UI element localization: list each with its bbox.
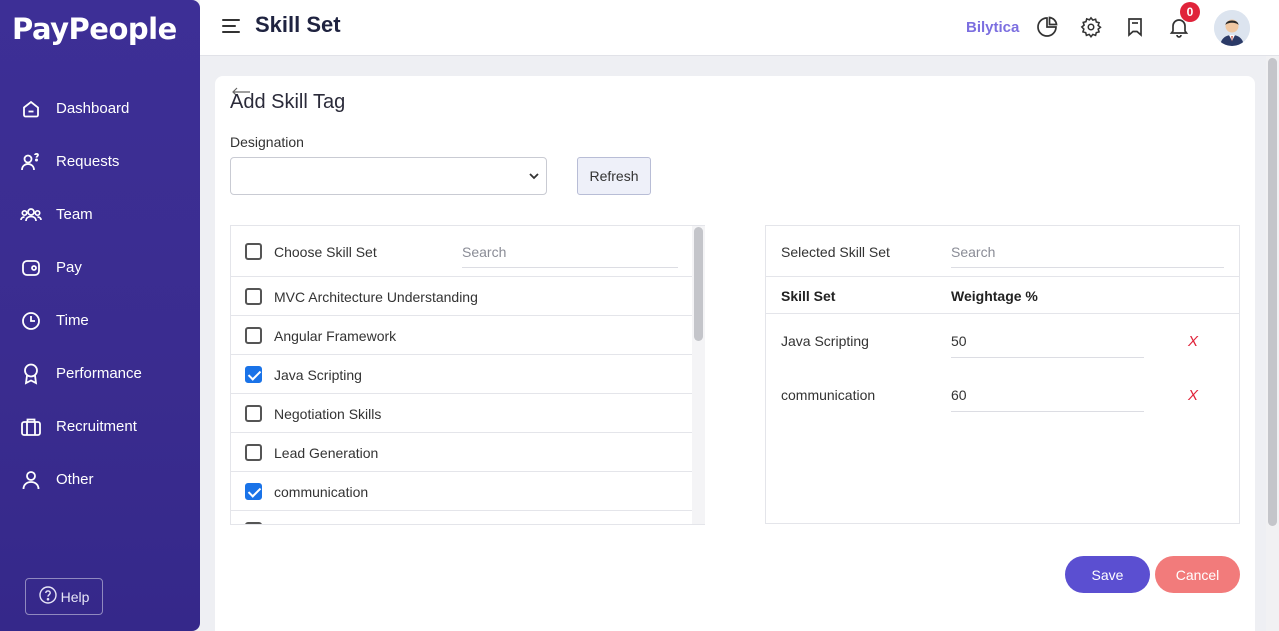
- column-weightage: Weightage %: [951, 288, 1038, 304]
- page-scrollbar-thumb[interactable]: [1268, 58, 1277, 526]
- skill-label: communication: [274, 484, 369, 500]
- person-icon: [20, 469, 42, 491]
- sidebar-item-label: Other: [56, 471, 94, 488]
- sidebar-item-performance[interactable]: Performance: [0, 347, 200, 400]
- sidebar-item-other[interactable]: Other: [0, 453, 200, 506]
- skill-checkbox[interactable]: [245, 522, 262, 524]
- selected-table-header: Skill Set Weightage %: [766, 277, 1239, 314]
- list-item[interactable]: Java Scripting: [231, 355, 693, 394]
- skill-checkbox[interactable]: [245, 444, 262, 461]
- skill-label: Negotiation Skills: [274, 406, 382, 422]
- sidebar-nav: Dashboard Requests Team Pay Time Perform…: [0, 82, 200, 506]
- sidebar-item-team[interactable]: Team: [0, 188, 200, 241]
- skill-list-panel: Choose Skill Set MVC Architecture Unders…: [230, 225, 705, 525]
- notification-badge: 0: [1180, 2, 1200, 22]
- selected-search-input[interactable]: [951, 236, 1224, 268]
- help-button[interactable]: Help: [25, 578, 103, 615]
- clock-icon: [20, 310, 42, 332]
- skill-checkbox[interactable]: [245, 288, 262, 305]
- list-item[interactable]: MVC Architecture Understanding: [231, 277, 693, 316]
- designation-label: Designation: [230, 134, 304, 150]
- weightage-input[interactable]: [951, 379, 1144, 412]
- sidebar-item-label: Dashboard: [56, 100, 130, 117]
- pie-chart-icon[interactable]: [1036, 16, 1058, 38]
- refresh-button[interactable]: Refresh: [577, 157, 651, 195]
- selected-skill-title: Selected Skill Set: [781, 244, 890, 260]
- selected-skill-panel: Selected Skill Set Skill Set Weightage %…: [765, 225, 1240, 524]
- list-item[interactable]: Angular Framework: [231, 316, 693, 355]
- skill-list-header: Choose Skill Set: [231, 226, 705, 277]
- table-row: communication X: [766, 368, 1239, 422]
- skill-list-scrollbar-thumb[interactable]: [694, 227, 703, 341]
- table-row: Java Scripting X: [766, 314, 1239, 368]
- list-item[interactable]: communication: [231, 472, 693, 511]
- skill-search-input[interactable]: [462, 236, 678, 268]
- app-logo[interactable]: PayPeople: [12, 12, 177, 46]
- column-skill-set: Skill Set: [781, 288, 836, 304]
- remove-skill-button[interactable]: X: [1188, 387, 1198, 404]
- skill-checkbox-checked[interactable]: [245, 483, 262, 500]
- sidebar-item-recruitment[interactable]: Recruitment: [0, 400, 200, 453]
- choose-skill-label: Choose Skill Set: [274, 244, 377, 260]
- home-icon: [20, 98, 42, 120]
- user-question-icon: [20, 151, 42, 173]
- chevron-down-icon: [528, 169, 540, 187]
- remove-skill-button[interactable]: X: [1188, 333, 1198, 350]
- menu-icon[interactable]: [222, 19, 240, 33]
- sidebar-item-dashboard[interactable]: Dashboard: [0, 82, 200, 135]
- skill-label: Java Scripting: [274, 367, 362, 383]
- gear-icon[interactable]: [1080, 16, 1102, 38]
- list-item[interactable]: Lead Generation: [231, 433, 693, 472]
- wallet-icon: [20, 257, 42, 279]
- card-title: Add Skill Tag: [230, 91, 346, 113]
- sidebar-item-label: Team: [56, 206, 93, 223]
- skill-checkbox-checked[interactable]: [245, 366, 262, 383]
- skill-checkbox[interactable]: [245, 405, 262, 422]
- skill-label: Lead Generation: [274, 445, 379, 461]
- skill-checkbox[interactable]: [245, 327, 262, 344]
- briefcase-icon: [20, 416, 42, 438]
- sidebar-item-time[interactable]: Time: [0, 294, 200, 347]
- bilytica-link[interactable]: Bilytica: [966, 19, 1019, 36]
- skill-label: MVC Architecture Understanding: [274, 289, 478, 305]
- list-item[interactable]: [231, 511, 693, 524]
- cancel-button[interactable]: Cancel: [1155, 556, 1240, 593]
- help-label: Help: [60, 588, 90, 605]
- avatar[interactable]: [1214, 10, 1250, 46]
- save-button[interactable]: Save: [1065, 556, 1150, 593]
- designation-select[interactable]: [230, 157, 547, 195]
- bookmark-icon[interactable]: [1124, 16, 1146, 38]
- sidebar-item-requests[interactable]: Requests: [0, 135, 200, 188]
- sidebar-item-label: Performance: [56, 365, 142, 382]
- help-circle-icon: [38, 586, 57, 607]
- sidebar-item-label: Recruitment: [56, 418, 137, 435]
- team-icon: [20, 204, 42, 226]
- sidebar-item-label: Time: [56, 312, 89, 329]
- sidebar-item-label: Pay: [56, 259, 82, 276]
- weightage-input[interactable]: [951, 325, 1144, 358]
- select-all-checkbox[interactable]: [245, 243, 262, 260]
- selected-skill-header: Selected Skill Set: [766, 226, 1239, 277]
- sidebar-item-label: Requests: [56, 153, 120, 170]
- top-bar: Skill Set Bilytica 0: [200, 0, 1279, 56]
- selected-skill-name: communication: [781, 387, 876, 403]
- page-title: Skill Set: [255, 12, 341, 37]
- skill-label: Angular Framework: [274, 328, 397, 344]
- add-skill-card: Add Skill Tag Designation Refresh Choose…: [215, 76, 1255, 631]
- list-item[interactable]: Negotiation Skills: [231, 394, 693, 433]
- selected-skill-name: Java Scripting: [781, 333, 869, 349]
- award-icon: [20, 363, 42, 385]
- sidebar-item-pay[interactable]: Pay: [0, 241, 200, 294]
- sidebar: PayPeople Dashboard Requests Team Pay Ti…: [0, 0, 200, 631]
